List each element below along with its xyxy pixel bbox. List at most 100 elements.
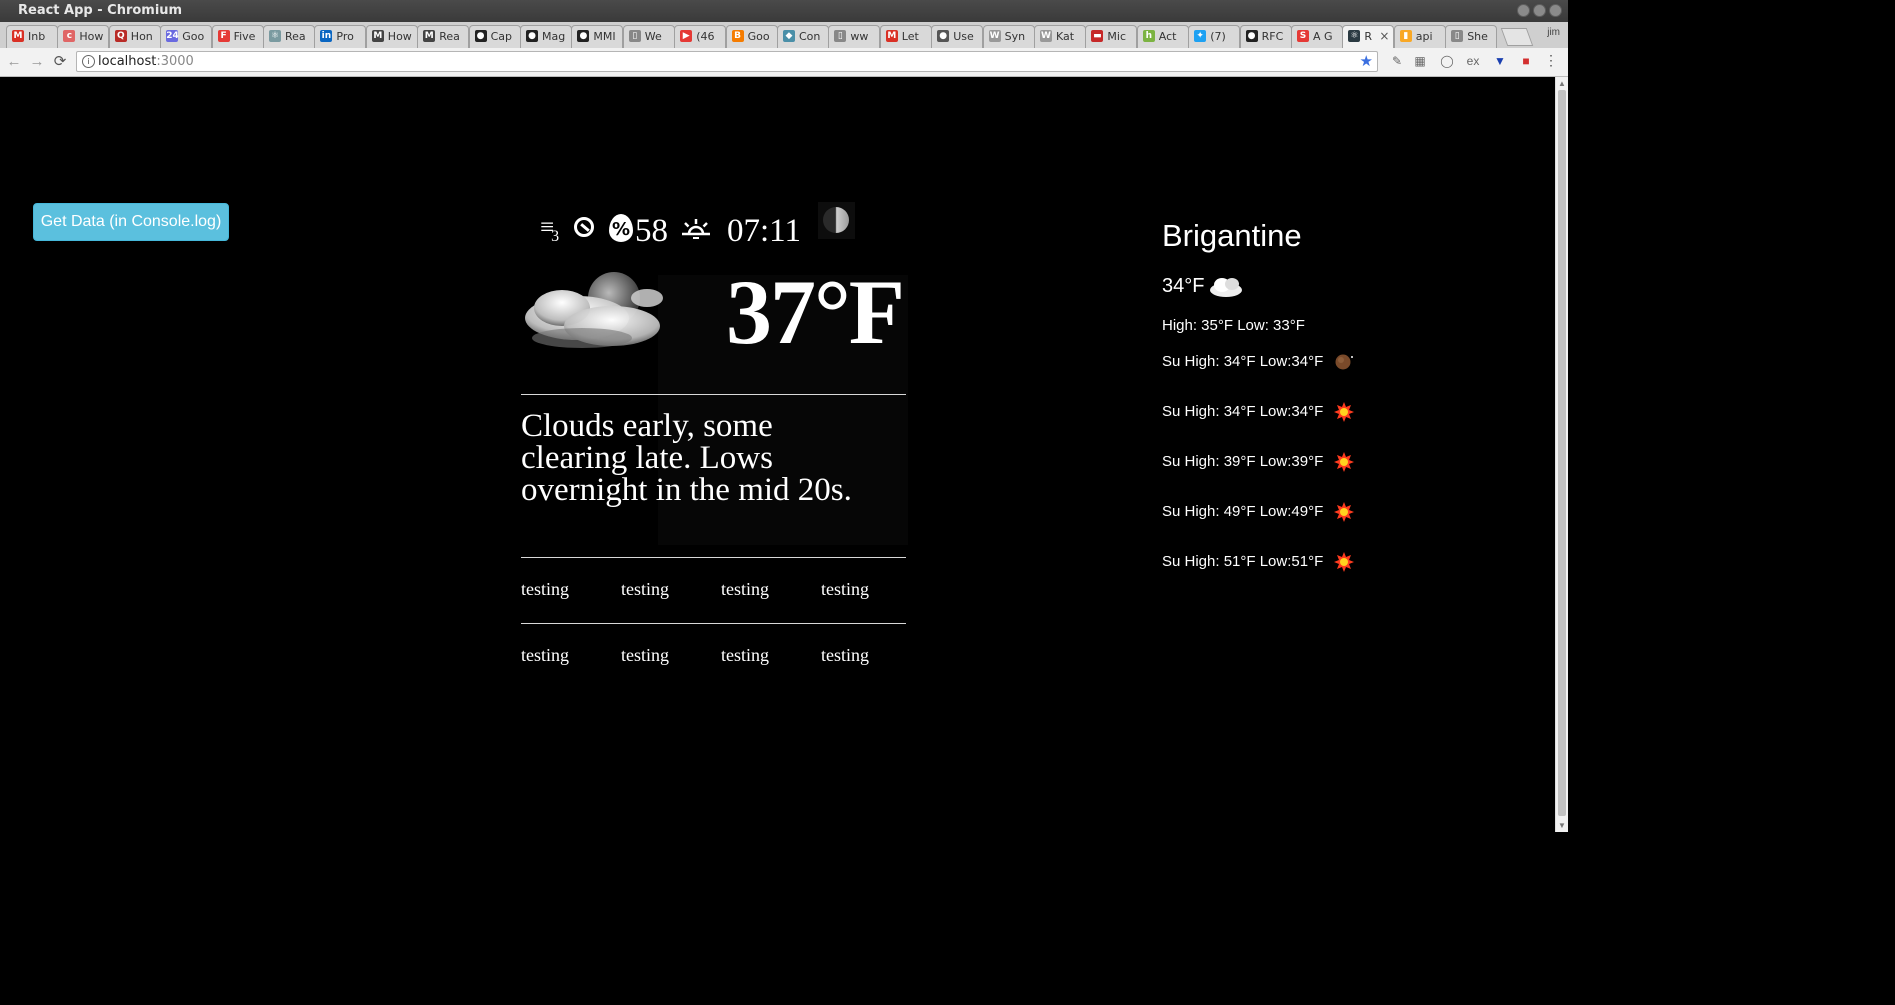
clipboard-extension-icon[interactable]: ▦	[1413, 54, 1427, 68]
tab-favicon-icon: ⚛	[269, 30, 281, 42]
browser-tab[interactable]: h Act	[1136, 25, 1189, 48]
forecast-text: Su High: 39°F Low:39°F	[1162, 453, 1324, 470]
forecast-row: Su High: 51°F Low:51°F	[1162, 552, 1354, 575]
browser-tab[interactable]: W Syn	[982, 25, 1035, 48]
tab-label: Pro	[336, 30, 354, 43]
forward-button[interactable]: →	[27, 52, 47, 72]
humidity-value: 58	[635, 213, 668, 249]
tab-favicon-icon: ●	[937, 30, 950, 42]
tab-favicon-icon: ✦	[1194, 30, 1207, 42]
forecast-row: Su High: 39°F Low:39°F	[1162, 452, 1354, 475]
tab-favicon-icon: M	[371, 30, 384, 42]
browser-tab[interactable]: ● RFC	[1239, 25, 1292, 48]
tab-favicon-icon: ▬	[1091, 30, 1104, 42]
browser-tab[interactable]: M Inb	[6, 25, 58, 48]
browser-tab[interactable]: M Let	[879, 25, 932, 48]
forecast-row: Su High: 34°F Low:34°F	[1162, 402, 1354, 425]
circle-extension-icon[interactable]: ◯	[1440, 54, 1454, 68]
humidity-icon: %	[609, 214, 633, 242]
maximize-button[interactable]	[1533, 4, 1546, 17]
tab-label: (7)	[1210, 30, 1226, 43]
browser-tab[interactable]: W Kat	[1034, 25, 1086, 48]
back-button[interactable]: ←	[4, 52, 24, 72]
scroll-down-arrow-icon[interactable]: ▼	[1558, 821, 1566, 830]
wind-beaufort-value: 3	[551, 228, 559, 245]
browser-tab[interactable]: ✦ (7)	[1188, 25, 1241, 48]
browser-tab[interactable]: Q Hon	[108, 25, 161, 48]
browser-tab[interactable]: SA G	[1291, 25, 1343, 48]
browser-tab[interactable]: ▮ api	[1393, 25, 1446, 48]
address-url[interactable]: localhost:3000	[98, 54, 194, 69]
moon-icon	[1335, 354, 1353, 370]
tab-label: Syn	[1004, 30, 1026, 43]
profile-icon[interactable]: jim	[1547, 27, 1560, 38]
tab-favicon-icon: ◆	[783, 30, 795, 42]
site-info-icon[interactable]: i	[82, 55, 95, 68]
browser-tab[interactable]: M How	[365, 25, 418, 48]
reload-button[interactable]: ⟳	[50, 52, 70, 72]
forecast-text: Su High: 51°F Low:51°F	[1162, 553, 1324, 570]
forecast-row: Su High: 34°F Low:34°F	[1162, 353, 1353, 375]
browser-tab[interactable]: in Pro	[314, 25, 367, 48]
browser-tab[interactable]: ⚛ Rea	[263, 25, 315, 48]
tab-favicon-icon: ▯	[1451, 30, 1464, 42]
browser-tab[interactable]: ▶ (46	[674, 25, 727, 48]
ex-extension-icon[interactable]: ex	[1466, 54, 1480, 68]
sunrise-time: 07:11	[727, 213, 801, 249]
tab-favicon-icon: ▶	[680, 30, 693, 42]
tab-favicon-icon: ⚛	[1348, 30, 1361, 42]
minimize-button[interactable]	[1517, 4, 1530, 17]
tab-favicon-icon: 24	[166, 30, 179, 42]
sun-icon	[1334, 452, 1354, 472]
scroll-up-arrow-icon[interactable]: ▲	[1558, 79, 1566, 88]
browser-tab[interactable]: F Five	[211, 25, 264, 48]
testing-cell: testing	[821, 579, 869, 599]
tab-label: (46	[696, 30, 715, 43]
browser-tab[interactable]: ● Use	[931, 25, 984, 48]
divider	[521, 394, 906, 395]
tab-favicon-icon: ●	[474, 30, 487, 42]
scrollbar-thumb[interactable]	[1558, 90, 1566, 816]
tab-close-icon[interactable]: ×	[1379, 29, 1389, 43]
browser-tab[interactable]: ▬ Mic	[1085, 25, 1138, 48]
browser-menu-icon[interactable]: ⋮	[1544, 52, 1558, 69]
browser-tab[interactable]: ● Mag	[520, 25, 572, 48]
browser-tab[interactable]: ◆ Con	[777, 25, 829, 48]
tab-label: How	[387, 30, 412, 43]
tab-label: api	[1415, 30, 1433, 43]
tab-label: Goo	[747, 30, 770, 43]
page-scrollbar[interactable]: ▲ ▼	[1555, 77, 1568, 832]
url-host: localhost	[98, 54, 157, 69]
browser-tab[interactable]: ⚛ R ×	[1342, 25, 1395, 48]
pen-extension-icon[interactable]: ✎	[1390, 54, 1404, 68]
tab-label: Hon	[130, 30, 153, 43]
browser-tab[interactable]: ▯ ww	[828, 25, 881, 48]
wind-beaufort-icon: ≡3	[540, 214, 559, 245]
browser-tab[interactable]: 24 Goo	[160, 25, 213, 48]
browser-tab[interactable]: ▯ She	[1445, 25, 1498, 48]
close-window-button[interactable]	[1549, 4, 1562, 17]
shield-extension-icon[interactable]: ▼	[1493, 54, 1507, 68]
browser-tab[interactable]: c How	[57, 25, 110, 48]
forecast-row: Su High: 49°F Low:49°F	[1162, 502, 1354, 525]
testing-row-1: testing testing testing testing	[521, 579, 921, 600]
browser-tab[interactable]: B Goo	[725, 25, 778, 48]
bookmark-star-icon[interactable]: ★	[1360, 52, 1373, 70]
red-extension-icon[interactable]: ■	[1519, 54, 1533, 68]
tab-favicon-icon: ●	[577, 30, 590, 42]
new-tab-button[interactable]	[1500, 28, 1534, 46]
browser-tab[interactable]: ▯ We	[622, 25, 675, 48]
tab-favicon-icon: ●	[1245, 30, 1258, 42]
get-data-button[interactable]: Get Data (in Console.log)	[33, 203, 229, 241]
browser-toolbar: ← → ⟳ i localhost:3000 ★ ✎ ▦ ◯ ex ▼ ■ ⋮	[0, 48, 1568, 77]
window-title: React App - Chromium	[18, 3, 183, 18]
tab-label: How	[79, 30, 104, 43]
browser-tab[interactable]: M Rea	[417, 25, 470, 48]
tab-label: Con	[799, 30, 821, 43]
testing-row-2: testing testing testing testing	[521, 645, 921, 666]
browser-tab[interactable]: ● Cap	[468, 25, 521, 48]
browser-tab[interactable]: ● MMI	[571, 25, 624, 48]
address-bar[interactable]: i localhost:3000 ★	[76, 51, 1378, 72]
tab-label: She	[1467, 30, 1488, 43]
tab-favicon-icon: Q	[114, 30, 127, 42]
